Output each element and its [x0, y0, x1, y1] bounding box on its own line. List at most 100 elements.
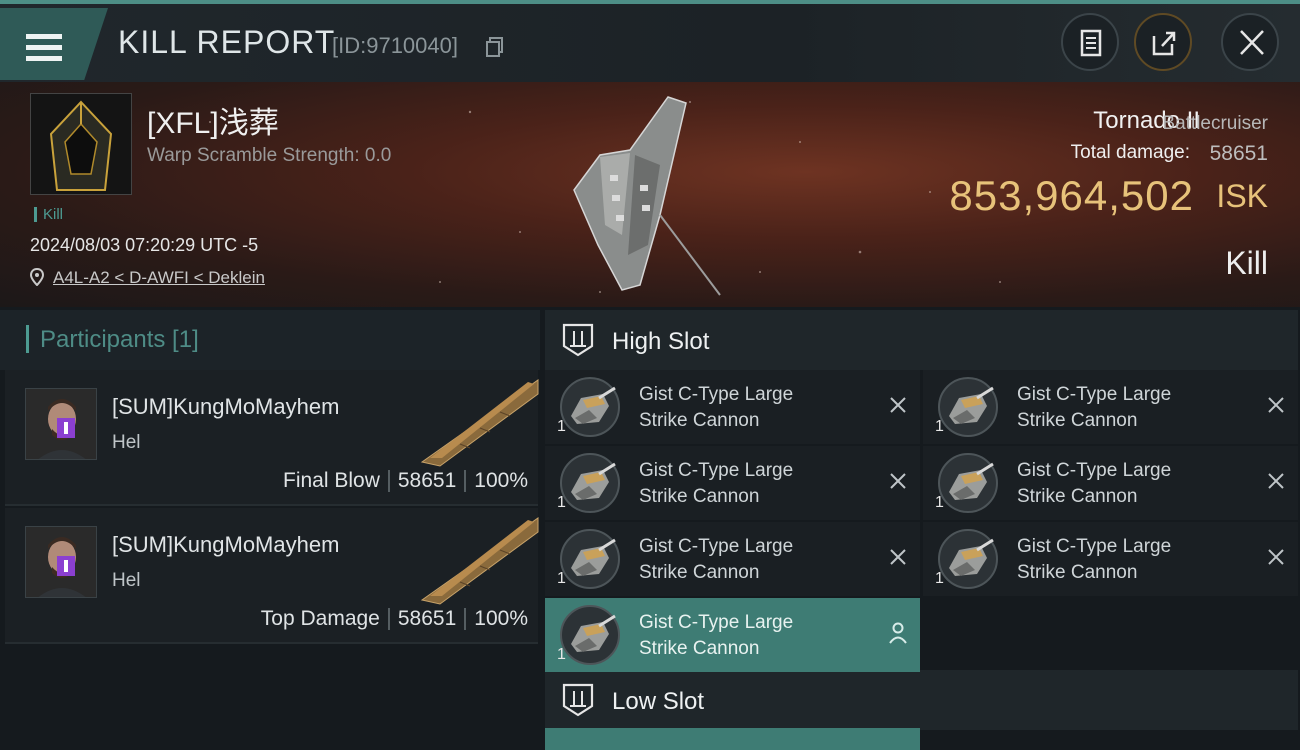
- report-id: [ID:9710040]: [332, 33, 458, 58]
- person-icon: [889, 622, 907, 644]
- total-damage-label: Total damage:: [1070, 142, 1190, 163]
- strike-cannon-icon: [938, 377, 998, 437]
- divider: [464, 608, 467, 631]
- module-name: Gist C-Type Large Strike Cannon: [639, 610, 869, 662]
- cross-icon: [1268, 473, 1284, 489]
- menu-icon: [26, 34, 62, 62]
- divider: [387, 470, 390, 493]
- module-item[interactable]: 1 Gist C-Type Large Strike Cannon: [545, 522, 920, 596]
- module-name-line1: Gist C-Type Large: [639, 384, 794, 405]
- module-quantity: 1: [935, 494, 944, 511]
- page-title: KILL REPORT: [118, 24, 336, 60]
- ship-class: Battlecruiser: [1162, 113, 1268, 134]
- module-name-line2: Strike Cannon: [1017, 562, 1138, 583]
- participant-percent: 100%: [474, 469, 528, 492]
- divider: [387, 608, 390, 631]
- module-quantity: 1: [557, 570, 566, 587]
- participant-damage: 58651: [397, 607, 457, 630]
- kill-tag: Kill: [34, 207, 63, 222]
- module-quantity: 1: [557, 418, 566, 435]
- ship-image: [573, 96, 721, 296]
- module-item[interactable]: 1 Gist C-Type Large Strike Cannon: [923, 522, 1298, 596]
- share-icon: [1152, 31, 1176, 56]
- participant-role: Final Blow: [283, 469, 380, 492]
- module-name-line2: Strike Cannon: [639, 562, 760, 583]
- module-name-line2: Strike Cannon: [639, 486, 760, 507]
- high-slot-icon: [562, 323, 594, 357]
- clipboard-icon: [1080, 29, 1102, 57]
- module-name-line1: Gist C-Type Large: [639, 612, 794, 633]
- module-item[interactable]: 1 Gist C-Type Large Strike Cannon: [923, 446, 1298, 520]
- strike-cannon-icon: [560, 377, 620, 437]
- strike-cannon-icon: [560, 605, 620, 665]
- low-slot-title: Low Slot: [612, 688, 705, 715]
- module-item[interactable]: 1 Gist C-Type Large Strike Cannon: [545, 598, 920, 672]
- participant-name: [SUM]KungMoMayhem: [112, 532, 340, 557]
- total-damage-value: 58651: [1209, 142, 1268, 165]
- clipboard-button[interactable]: [1061, 13, 1119, 71]
- participant-row[interactable]: [SUM]KungMoMayhem Hel Top Damage 58651 100…: [5, 508, 539, 644]
- module-item[interactable]: 1 Gist C-Type Large Strike Cannon: [545, 370, 920, 444]
- cross-icon: [1268, 549, 1284, 565]
- isk-unit: ISK: [1216, 178, 1268, 214]
- high-slot-title: High Slot: [612, 328, 710, 355]
- isk-value: 853,964,502: [949, 172, 1194, 219]
- copy-icon[interactable]: [486, 37, 504, 57]
- module-name-line2: Strike Cannon: [639, 410, 760, 431]
- cross-icon: [890, 397, 906, 413]
- participants-title: Participants [1]: [40, 326, 199, 353]
- module-name: Gist C-Type Large Strike Cannon: [1017, 458, 1247, 510]
- divider: [464, 470, 467, 493]
- close-icon: [1240, 30, 1264, 55]
- module-name: Gist C-Type Large Strike Cannon: [639, 382, 869, 434]
- module-name-line1: Gist C-Type Large: [1017, 460, 1172, 481]
- module-name-line1: Gist C-Type Large: [1017, 536, 1172, 557]
- module-name-line2: Strike Cannon: [639, 638, 760, 659]
- module-name-line2: Strike Cannon: [1017, 486, 1138, 507]
- participant-ship: Hel: [112, 432, 141, 453]
- participant-ship-image: [420, 517, 539, 605]
- low-slot-icon: [562, 683, 594, 717]
- location-pin-icon: [30, 268, 44, 286]
- result-label: Kill: [1225, 245, 1268, 281]
- kill-datetime: 2024/08/03 07:20:29 UTC -5: [30, 235, 259, 255]
- participants-accent: [26, 325, 29, 353]
- participant-ship-image: [420, 379, 539, 467]
- share-button[interactable]: [1134, 13, 1192, 71]
- participant-percent: 100%: [474, 607, 528, 630]
- corp-badge-icon: [57, 418, 75, 438]
- participant-damage: 58651: [397, 469, 457, 492]
- cross-icon: [890, 473, 906, 489]
- strike-cannon-icon: [560, 453, 620, 513]
- participant-row[interactable]: [SUM]KungMoMayhem Hel Final Blow 58651 100…: [5, 370, 539, 506]
- participant-ship: Hel: [112, 570, 141, 591]
- strike-cannon-icon: [938, 453, 998, 513]
- module-item[interactable]: 1 Gist C-Type Large Strike Cannon: [545, 446, 920, 520]
- module-item[interactable]: 1 Gist C-Type Large Strike Cannon: [923, 370, 1298, 444]
- module-quantity: 1: [935, 418, 944, 435]
- participant-name: [SUM]KungMoMayhem: [112, 394, 340, 419]
- cross-icon: [1268, 397, 1284, 413]
- module-name-line2: Strike Cannon: [1017, 410, 1138, 431]
- participant-stats: Final Blow 58651 100%: [283, 469, 528, 493]
- victim-name: [XFL]浅葬: [147, 107, 279, 140]
- module-quantity: 1: [557, 646, 566, 663]
- module-quantity: 1: [557, 494, 566, 511]
- strike-cannon-icon: [938, 529, 998, 589]
- participant-stats: Top Damage 58651 100%: [261, 607, 528, 631]
- module-name: Gist C-Type Large Strike Cannon: [1017, 534, 1247, 586]
- cross-icon: [890, 549, 906, 565]
- victim-portrait: [30, 93, 132, 195]
- module-quantity: 1: [935, 570, 944, 587]
- participant-role: Top Damage: [260, 607, 380, 630]
- close-button[interactable]: [1221, 13, 1279, 71]
- module-name: Gist C-Type Large Strike Cannon: [639, 458, 869, 510]
- warp-scramble-strength: Warp Scramble Strength: 0.0: [147, 145, 392, 166]
- corp-badge-icon: [57, 556, 75, 576]
- strike-cannon-icon: [560, 529, 620, 589]
- location-link[interactable]: A4L-A2 < D-AWFI < Deklein: [53, 268, 265, 288]
- module-name-line1: Gist C-Type Large: [639, 460, 794, 481]
- module-name: Gist C-Type Large Strike Cannon: [1017, 382, 1247, 434]
- module-name: Gist C-Type Large Strike Cannon: [639, 534, 869, 586]
- low-slot-module-partial[interactable]: [545, 728, 920, 750]
